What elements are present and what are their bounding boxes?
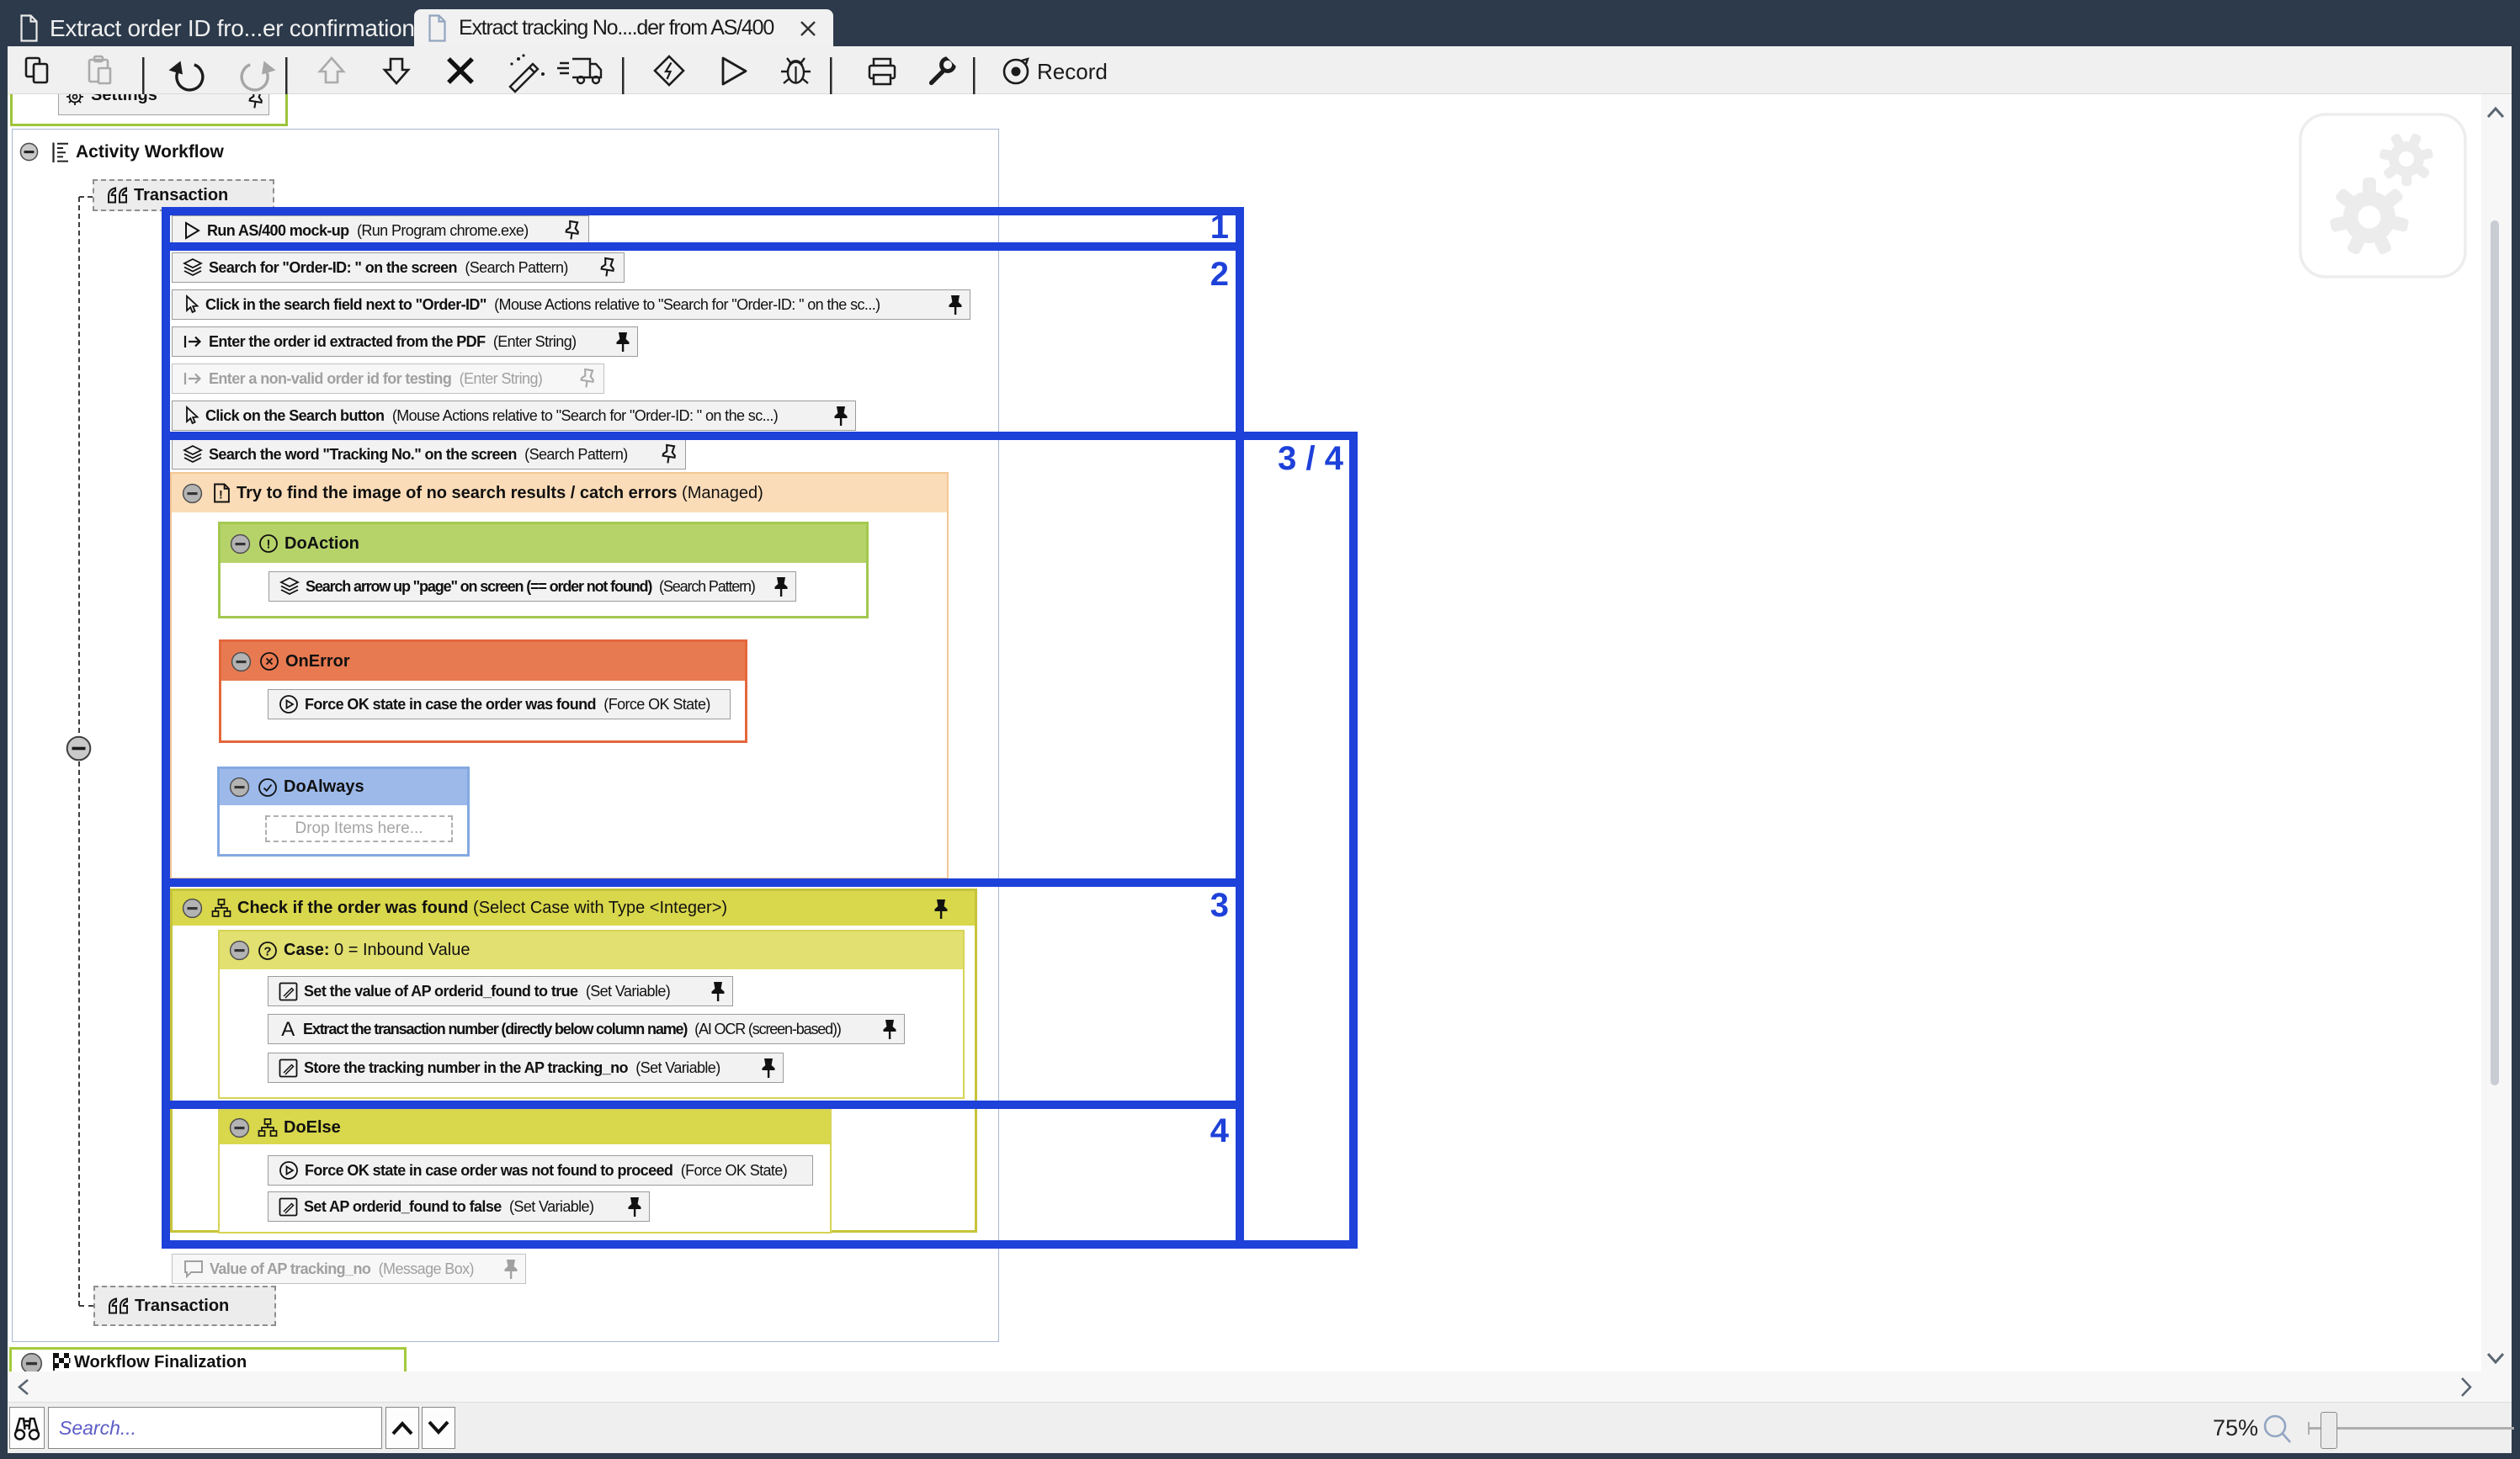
- svg-text:A: A: [281, 1019, 295, 1039]
- svg-text:!: !: [219, 488, 223, 501]
- svg-text:!: !: [267, 538, 271, 552]
- svg-text:?: ?: [263, 944, 271, 958]
- svg-text:Record: Record: [1037, 59, 1108, 84]
